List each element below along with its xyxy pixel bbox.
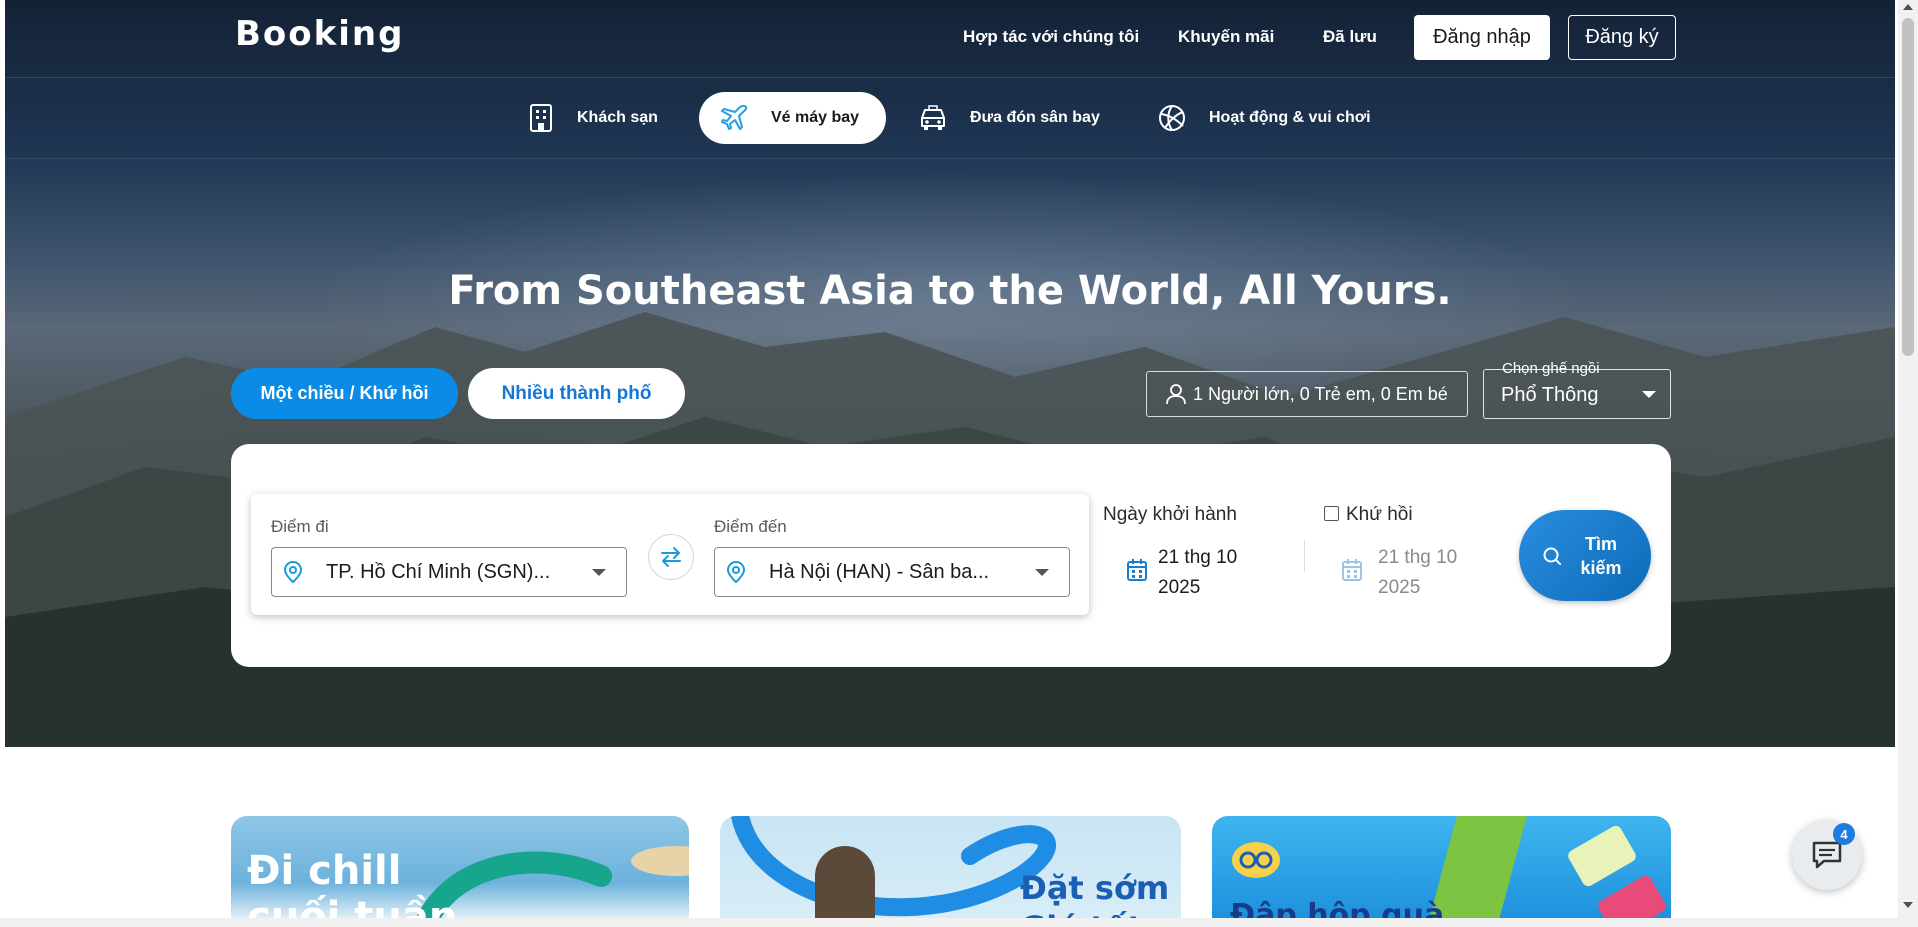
tab-flights[interactable]: Vé máy bay xyxy=(699,92,886,144)
search-button-label: Tìm kiếm xyxy=(1574,532,1628,580)
scroll-down-arrow-icon[interactable] xyxy=(1903,902,1913,908)
location-pin-icon xyxy=(283,560,303,584)
passenger-selector[interactable]: 1 Người lớn, 0 Trẻ em, 0 Em bé xyxy=(1146,371,1468,417)
tab-hotels-label: Khách sạn xyxy=(577,109,658,126)
location-pin-icon xyxy=(726,560,746,584)
promo-1-line1: Đi chill xyxy=(247,848,402,894)
seat-class-select[interactable]: Chọn ghế ngồi Phổ Thông xyxy=(1483,360,1671,419)
swap-arrows-icon xyxy=(661,547,681,567)
tab-airport-transfer[interactable]: Đưa đón sân bay xyxy=(898,92,1120,144)
coupon-image xyxy=(1566,823,1638,889)
origin-select[interactable]: TP. Hồ Chí Minh (SGN)... xyxy=(271,547,627,597)
hero-headline: From Southeast Asia to the World, All Yo… xyxy=(448,268,1452,314)
traveler-image xyxy=(815,846,875,927)
calendar-icon xyxy=(1342,559,1362,581)
trip-type-one-way-round[interactable]: Một chiều / Khứ hồi xyxy=(231,368,458,419)
destination-select[interactable]: Hà Nội (HAN) - Sân ba... xyxy=(714,547,1070,597)
ball-icon xyxy=(1159,105,1185,131)
car-icon xyxy=(921,105,945,130)
login-button[interactable]: Đăng nhập xyxy=(1414,15,1550,60)
origin-label: Điểm đi xyxy=(271,517,329,536)
promo-2-line1: Đặt sớm xyxy=(1020,869,1170,907)
return-label: Khứ hồi xyxy=(1346,504,1413,525)
promo-1-title: Đi chill cuối tuần xyxy=(247,848,457,927)
route-selector: Điểm đi TP. Hồ Chí Minh (SGN)... Điểm đế… xyxy=(251,494,1089,615)
chevron-down-icon xyxy=(592,568,606,576)
site-logo[interactable]: Booking xyxy=(235,14,404,54)
person-icon xyxy=(1166,384,1186,405)
hotel-icon xyxy=(530,104,552,132)
depart-date-line2: 2025 xyxy=(1158,577,1201,598)
search-label-line1: Tìm xyxy=(1584,533,1617,554)
return-date-field[interactable]: 21 thg 10 2025 xyxy=(1378,543,1457,603)
chevron-down-icon xyxy=(1642,391,1656,398)
mega-game-logo xyxy=(1226,830,1296,880)
seat-class-value: Phổ Thông xyxy=(1501,384,1599,406)
nav-link-partner[interactable]: Hợp tác với chúng tôi xyxy=(963,14,1139,60)
search-label-line2: kiếm xyxy=(1580,557,1622,578)
return-date-line1: 21 thg 10 xyxy=(1378,547,1458,568)
date-divider xyxy=(1304,540,1305,572)
depart-date-field[interactable]: 21 thg 10 2025 xyxy=(1158,543,1237,603)
tab-activities[interactable]: Hoạt động & vui chơi xyxy=(1137,92,1391,144)
nav-link-saved[interactable]: Đã lưu xyxy=(1323,14,1377,60)
chat-notification-badge: 4 xyxy=(1833,823,1855,845)
swap-route-button[interactable] xyxy=(648,534,694,580)
register-button[interactable]: Đăng ký xyxy=(1568,15,1676,60)
chevron-down-icon xyxy=(1035,568,1049,576)
passenger-summary: 1 Người lớn, 0 Trẻ em, 0 Em bé xyxy=(1193,383,1448,404)
tab-airport-transfer-label: Đưa đón sân bay xyxy=(970,109,1100,126)
return-date-line2: 2025 xyxy=(1378,577,1421,598)
search-button[interactable]: Tìm kiếm xyxy=(1519,510,1651,601)
tab-activities-label: Hoạt động & vui chơi xyxy=(1209,109,1371,126)
nav-link-promotions[interactable]: Khuyến mãi xyxy=(1178,14,1274,60)
tab-flights-label: Vé máy bay xyxy=(771,109,860,126)
plane-icon xyxy=(721,104,748,130)
scrollbar-thumb[interactable] xyxy=(1902,18,1914,356)
top-navigation-bar: Booking Hợp tác với chúng tôi Khuyến mãi… xyxy=(5,0,1895,78)
destination-label: Điểm đến xyxy=(714,517,787,536)
depart-date-label: Ngày khởi hành xyxy=(1103,504,1237,525)
depart-date-line1: 21 thg 10 xyxy=(1158,547,1238,568)
promo-banner-early-booking[interactable]: Đặt sớm Giá tốt xyxy=(720,816,1181,927)
promo-banner-weekend[interactable]: Đi chill cuối tuần xyxy=(231,816,689,927)
trip-type-multi-city[interactable]: Nhiều thành phố xyxy=(468,368,685,419)
service-tabs: Khách sạn Vé máy bay Đưa đón sân bay Hoạ… xyxy=(5,79,1895,159)
seat-class-label: Chọn ghế ngồi xyxy=(1502,360,1600,377)
calendar-icon xyxy=(1127,559,1147,581)
promo-banner-mega-game[interactable]: Đập hộp quà xyxy=(1212,816,1671,927)
scroll-up-arrow-icon[interactable] xyxy=(1903,4,1913,10)
horizontal-scrollbar[interactable] xyxy=(0,918,1898,927)
return-checkbox[interactable] xyxy=(1324,506,1339,521)
umbrella-image xyxy=(631,846,689,876)
flight-search-card: Điểm đi TP. Hồ Chí Minh (SGN)... Điểm đế… xyxy=(231,444,1671,667)
origin-value: TP. Hồ Chí Minh (SGN)... xyxy=(326,560,551,583)
tab-hotels[interactable]: Khách sạn xyxy=(507,92,678,144)
destination-value: Hà Nội (HAN) - Sân ba... xyxy=(769,560,990,583)
search-icon xyxy=(1543,547,1561,565)
